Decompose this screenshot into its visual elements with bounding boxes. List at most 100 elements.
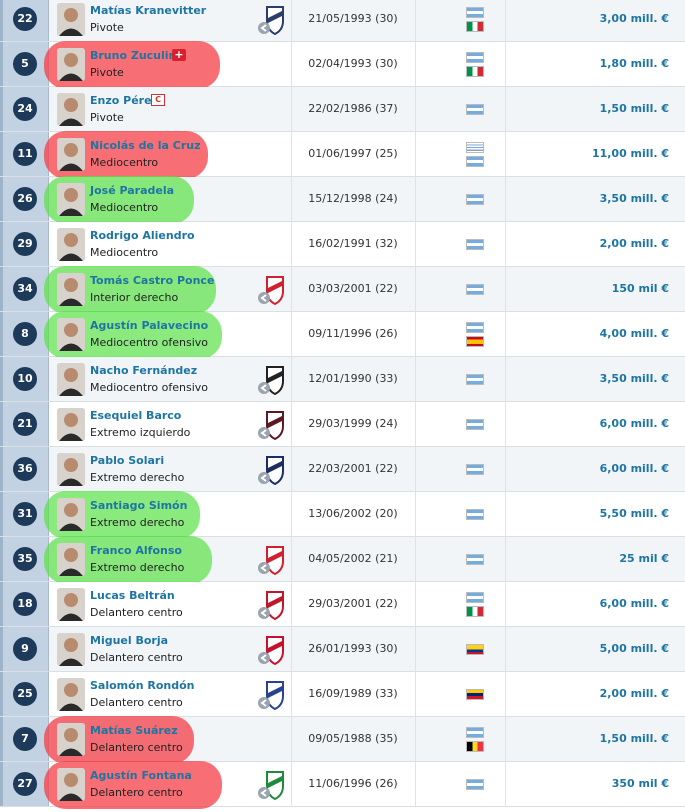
player-name-link[interactable]: José Paradela (90, 184, 174, 197)
market-value-link[interactable]: 2,00 mill. € (600, 687, 669, 700)
monterrey-crest[interactable] (256, 5, 288, 37)
column-divider (505, 357, 506, 401)
colo-colo-crest[interactable] (256, 455, 288, 487)
market-value-link[interactable]: 1,50 mill. € (600, 102, 669, 115)
table-row: 36 Pablo Solari Extremo derecho 22/03/2001 … (0, 447, 685, 492)
colon-crest[interactable] (256, 590, 288, 622)
column-divider (415, 762, 416, 806)
player-name-link[interactable]: Matías Suárez (90, 724, 178, 737)
market-value-link[interactable]: 6,00 mill. € (600, 417, 669, 430)
player-position: Mediocentro (90, 246, 159, 259)
birth-date-age: 11/06/1996 (26) (308, 777, 398, 790)
player-photo[interactable] (57, 183, 85, 216)
player-name-link[interactable]: Bruno Zuculini (90, 49, 180, 62)
number-column: 35 (0, 537, 49, 581)
row-marker (0, 222, 3, 266)
market-value-link[interactable]: 1,80 mill. € (600, 57, 669, 70)
river-plate-crest[interactable] (256, 275, 288, 307)
player-photo[interactable] (57, 318, 85, 351)
everton-crest[interactable] (256, 680, 288, 712)
player-photo[interactable] (57, 138, 85, 171)
player-name-link[interactable]: Pablo Solari (90, 454, 164, 467)
shirt-number-badge: 22 (13, 7, 37, 31)
player-name-link[interactable]: Nacho Fernández (90, 364, 197, 377)
shirt-number-badge: 34 (13, 277, 37, 301)
player-photo[interactable] (57, 93, 85, 126)
player-name-link[interactable]: Lucas Beltrán (90, 589, 175, 602)
captain-icon: C (151, 94, 165, 106)
player-name-link[interactable]: Esequiel Barco (90, 409, 181, 422)
market-value-link[interactable]: 150 mil € (612, 282, 669, 295)
player-name-link[interactable]: Agustín Fontana (90, 769, 192, 782)
player-photo[interactable] (57, 408, 85, 441)
player-photo[interactable] (57, 3, 85, 36)
market-value-link[interactable]: 350 mil € (612, 777, 669, 790)
market-value-link[interactable]: 11,00 mill. € (592, 147, 669, 160)
argentina-flag (466, 554, 484, 565)
birth-date-age: 21/05/1993 (30) (308, 12, 398, 25)
shirt-number-badge: 5 (13, 52, 37, 76)
shirt-number-badge: 36 (13, 457, 37, 481)
number-column: 34 (0, 267, 49, 311)
shirt-number-badge: 35 (13, 547, 37, 571)
player-photo[interactable] (57, 543, 85, 576)
market-value-link[interactable]: 4,00 mill. € (600, 327, 669, 340)
market-value-link[interactable]: 1,50 mill. € (600, 732, 669, 745)
market-value-link[interactable]: 5,00 mill. € (600, 642, 669, 655)
nationality-cell (466, 492, 484, 537)
row-marker (0, 402, 3, 446)
column-divider (505, 177, 506, 221)
nationality-cell (466, 582, 484, 627)
player-name-link[interactable]: Enzo Pérez (90, 94, 158, 107)
nationality-cell (466, 717, 484, 762)
market-value-link[interactable]: 6,00 mill. € (600, 462, 669, 475)
column-divider (415, 537, 416, 581)
market-value-link[interactable]: 3,50 mill. € (600, 372, 669, 385)
player-photo[interactable] (57, 363, 85, 396)
player-photo[interactable] (57, 678, 85, 711)
uruguay-flag (466, 142, 484, 153)
shirt-number-badge: 24 (13, 97, 37, 121)
number-column: 9 (0, 627, 49, 671)
player-name-link[interactable]: Miguel Borja (90, 634, 168, 647)
market-value-link[interactable]: 5,50 mill. € (600, 507, 669, 520)
player-name-link[interactable]: Tomás Castro Ponce (90, 274, 214, 287)
injury-icon[interactable]: + (172, 49, 186, 61)
player-name-link[interactable]: Rodrigo Aliendro (90, 229, 195, 242)
market-value-link[interactable]: 3,50 mill. € (600, 192, 669, 205)
player-position: Pivote (90, 21, 124, 34)
player-photo[interactable] (57, 723, 85, 756)
player-photo[interactable] (57, 588, 85, 621)
player-name-link[interactable]: Franco Alfonso (90, 544, 182, 557)
player-photo[interactable] (57, 498, 85, 531)
colombia-flag (466, 644, 484, 655)
player-name-link[interactable]: Nicolás de la Cruz (90, 139, 201, 152)
market-value-link[interactable]: 6,00 mill. € (600, 597, 669, 610)
river-plate-crest[interactable] (256, 545, 288, 577)
argentina-flag (466, 509, 484, 520)
player-photo[interactable] (57, 453, 85, 486)
table-row: 31 Santiago Simón Extremo derecho 13/06/200… (0, 491, 685, 539)
defensa-y-justicia-crest[interactable] (256, 770, 288, 802)
player-photo[interactable] (57, 273, 85, 306)
column-divider (505, 762, 506, 806)
nationality-cell (466, 177, 484, 222)
player-photo[interactable] (57, 228, 85, 261)
number-column: 5 (0, 42, 49, 86)
junior-crest[interactable] (256, 635, 288, 667)
player-name-link[interactable]: Agustín Palavecino (90, 319, 208, 332)
atletico-mineiro-crest[interactable] (256, 365, 288, 397)
player-name-link[interactable]: Santiago Simón (90, 499, 187, 512)
market-value-link[interactable]: 3,00 mill. € (600, 12, 669, 25)
market-value-link[interactable]: 25 mil € (619, 552, 669, 565)
market-value-link[interactable]: 2,00 mill. € (600, 237, 669, 250)
player-name-link[interactable]: Matías Kranevitter (90, 4, 206, 17)
number-column: 18 (0, 582, 49, 626)
atlanta-united-crest[interactable] (256, 410, 288, 442)
player-photo[interactable] (57, 48, 85, 81)
player-photo[interactable] (57, 768, 85, 801)
player-position: Delantero centro (90, 786, 183, 799)
row-marker (0, 672, 3, 716)
player-name-link[interactable]: Salomón Rondón (90, 679, 194, 692)
player-photo[interactable] (57, 633, 85, 666)
